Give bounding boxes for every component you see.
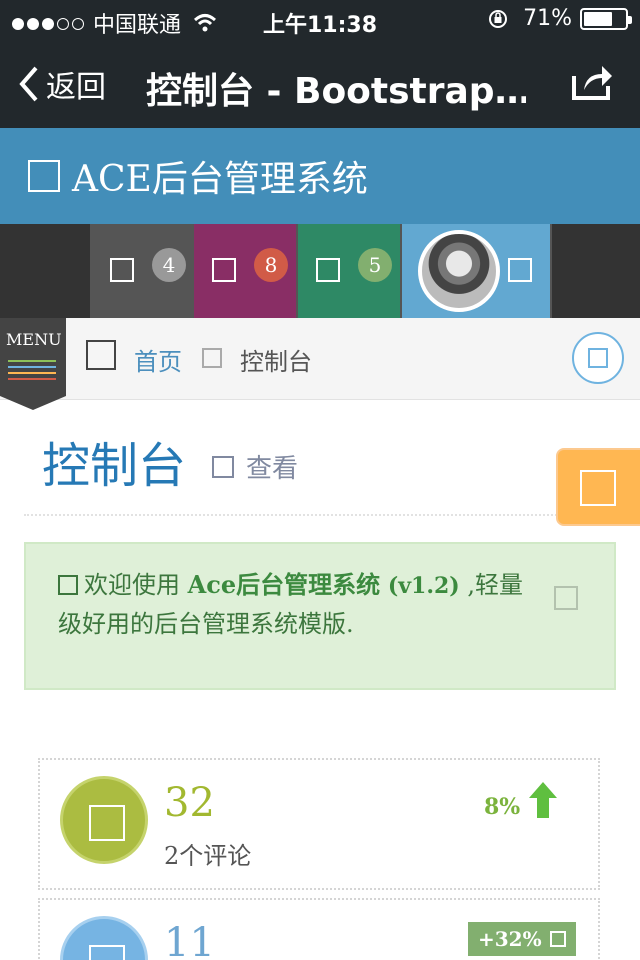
brand-bar: ACE后台管理系统 (0, 128, 640, 224)
stat-change: +32% (478, 927, 542, 951)
messages-badge: 5 (358, 248, 392, 282)
back-label: 返回 (46, 70, 106, 105)
page-subtitle-text: 查看 (246, 454, 299, 484)
tasks-button[interactable]: 4 (92, 224, 194, 318)
alert-version: (v1.2) (380, 573, 460, 599)
status-bar: 中国联通 上午11:38 71% (0, 0, 640, 40)
header-divider (24, 514, 640, 516)
search-button[interactable] (572, 332, 624, 384)
stat-change: 8% (484, 794, 521, 820)
welcome-alert: 欢迎使用 Ace后台管理系统 (v1.2) ,轻量级好用的后台管理系统模版. (24, 542, 616, 690)
share-icon[interactable] (570, 62, 614, 102)
breadcrumb-separator-icon (202, 348, 222, 368)
messages-button[interactable]: 5 (298, 224, 402, 318)
home-icon (86, 340, 116, 370)
breadcrumb: MENU 首页 控制台 (0, 318, 640, 410)
menu-toggle-button[interactable]: MENU (0, 318, 66, 396)
toolbar-spacer (0, 224, 92, 318)
settings-button[interactable] (556, 448, 640, 526)
double-angle-right-icon (212, 455, 234, 478)
cog-icon (580, 470, 616, 506)
stat-value: 11 (164, 920, 215, 960)
brand-title[interactable]: ACE后台管理系统 (72, 150, 368, 202)
breadcrumb-home-link[interactable]: 首页 (134, 342, 182, 377)
tasks-icon (110, 258, 134, 282)
notifications-badge: 8 (254, 248, 288, 282)
close-icon[interactable] (554, 586, 578, 610)
menu-arrow-decoration (0, 396, 66, 410)
caret-down-icon (508, 258, 532, 282)
battery-icon (580, 7, 632, 30)
notifications-button[interactable]: 8 (194, 224, 298, 318)
chevron-left-icon (19, 66, 38, 102)
user-menu-button[interactable] (402, 224, 552, 318)
stat-label: 2个评论 (164, 842, 252, 870)
toolbar: 4 8 5 (0, 224, 640, 318)
stat-value: 32 (164, 780, 215, 826)
stat-circle (60, 776, 148, 864)
search-icon (588, 348, 608, 368)
stat-circle (60, 916, 148, 960)
comments-icon (89, 805, 125, 841)
alert-product-name-text: Ace后台管理系统 (187, 570, 381, 599)
menu-label: MENU (6, 330, 62, 349)
alert-text-before: 欢迎使用 (84, 571, 188, 599)
back-button[interactable]: 返回 (16, 62, 106, 106)
bell-icon (212, 258, 236, 282)
square-icon (28, 160, 60, 192)
menu-line-icon (8, 360, 56, 362)
stat-box-users: 11 +32% (38, 898, 600, 960)
stat-change-badge: +32% (468, 922, 576, 956)
breadcrumb-current: 控制台 (240, 348, 312, 376)
page-subtitle: 查看 (212, 448, 298, 485)
battery-percent: 71% (523, 6, 572, 31)
nav-bar: 返回 控制台 - Bootstrap… (0, 40, 640, 128)
users-icon (89, 945, 125, 960)
tasks-badge: 4 (152, 248, 186, 282)
arrow-up-icon (549, 931, 566, 947)
check-icon (58, 575, 78, 595)
nav-title: 控制台 - Bootstrap… (146, 71, 526, 112)
avatar (418, 230, 500, 312)
alert-product-name: Ace后台管理系统 (v1.2) (188, 570, 460, 599)
stat-box-comments: 32 2个评论 8% (38, 758, 600, 890)
arrow-up-icon (529, 782, 557, 818)
page-title: 控制台 (42, 438, 187, 494)
envelope-icon (316, 258, 340, 282)
toolbar-spacer-right (552, 224, 640, 318)
rotation-lock-icon (489, 9, 508, 28)
